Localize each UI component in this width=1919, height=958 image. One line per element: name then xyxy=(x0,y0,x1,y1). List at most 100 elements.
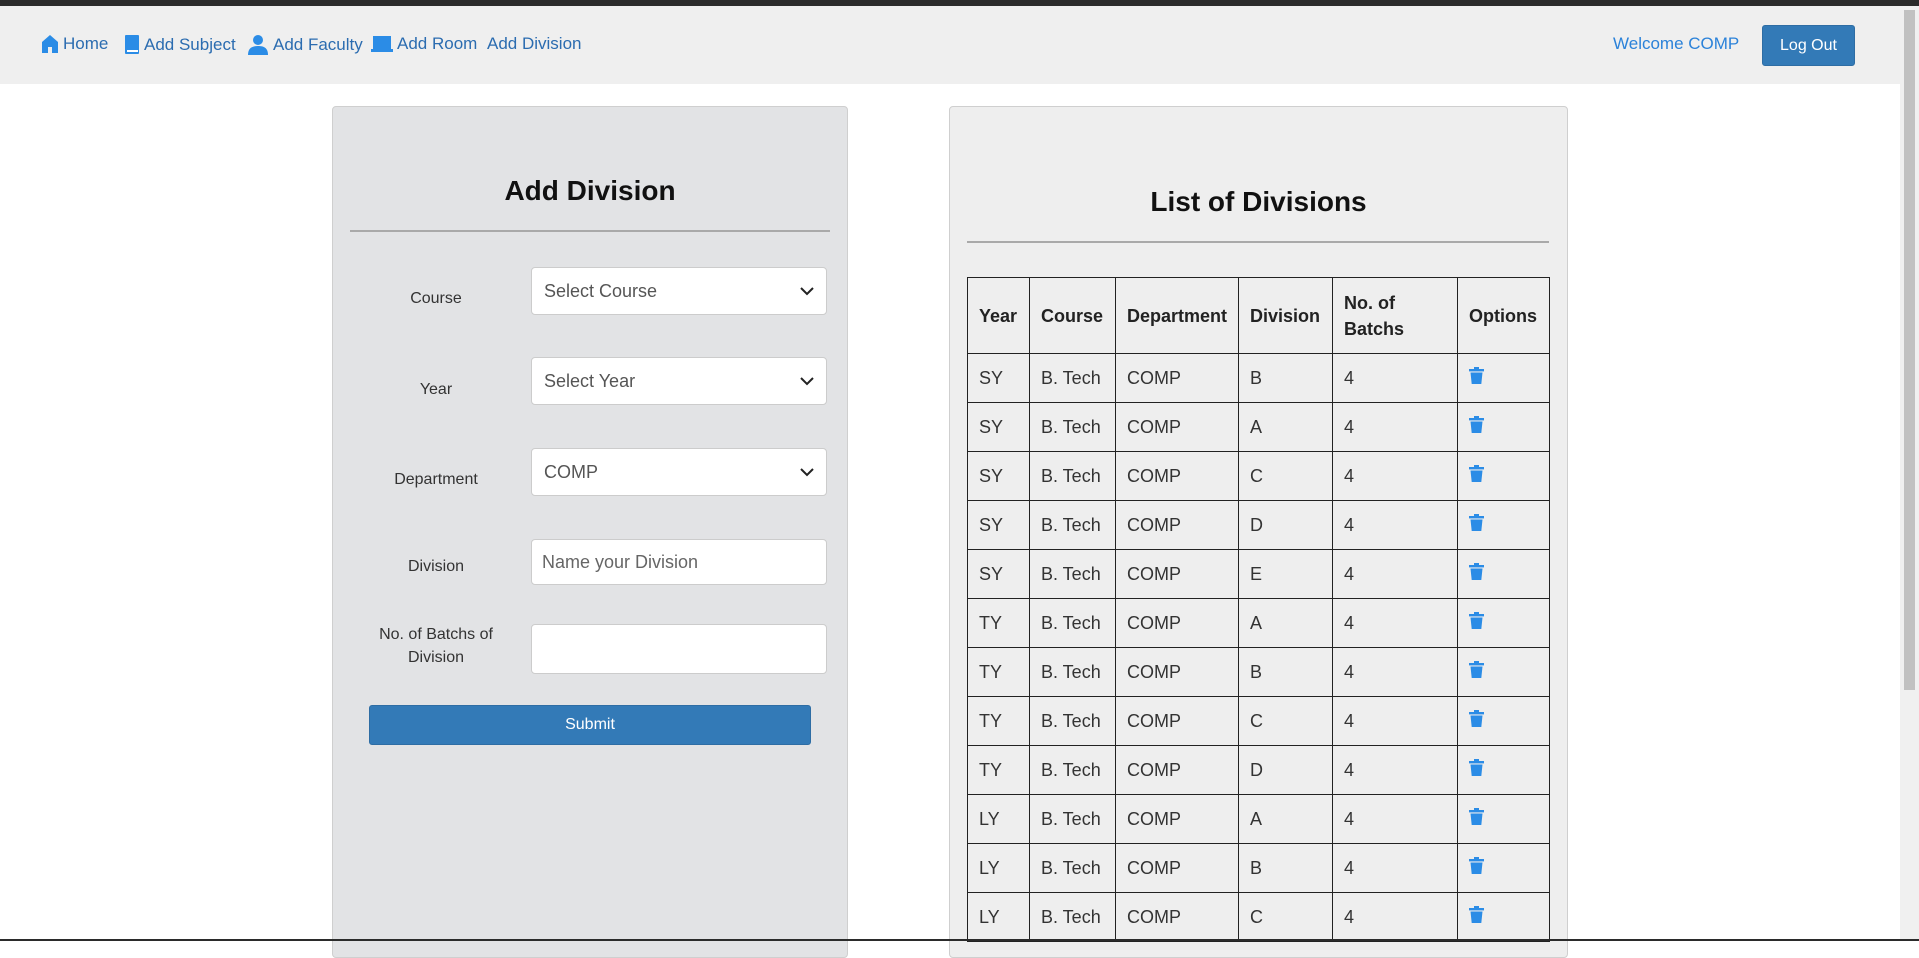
nav-home-label: Home xyxy=(63,34,109,53)
cell-department: COMP xyxy=(1114,598,1240,648)
trash-icon[interactable] xyxy=(1469,759,1485,776)
header-year: Year xyxy=(967,277,1030,354)
cell-options xyxy=(1457,794,1551,844)
scrollbar-thumb[interactable] xyxy=(1904,10,1915,690)
trash-icon[interactable] xyxy=(1469,563,1485,580)
cell-course: B. Tech xyxy=(1029,549,1116,599)
user-icon xyxy=(248,35,268,55)
cell-batches: 4 xyxy=(1332,892,1459,942)
nav-add-room-link[interactable]: Add Room xyxy=(371,34,477,54)
cell-year: LY xyxy=(967,843,1030,893)
division-label: Division xyxy=(407,558,464,575)
cell-department: COMP xyxy=(1114,402,1240,452)
table-row: TY B. Tech COMP B 4 xyxy=(967,647,1551,697)
chevron-down-icon xyxy=(800,467,814,476)
cell-course: B. Tech xyxy=(1029,402,1116,452)
book-icon xyxy=(125,35,139,54)
add-division-card: Add Division Course Select Course Year S… xyxy=(332,106,848,958)
table-row: SY B. Tech COMP E 4 xyxy=(967,549,1551,599)
year-select[interactable]: Select Year xyxy=(531,357,827,405)
cell-year: LY xyxy=(967,794,1030,844)
trash-icon[interactable] xyxy=(1469,661,1485,678)
logout-button[interactable]: Log Out xyxy=(1762,25,1855,66)
cell-department: COMP xyxy=(1114,353,1240,403)
cell-division: C xyxy=(1238,696,1334,746)
cell-course: B. Tech xyxy=(1029,451,1116,501)
table-header-row: Year Course Department Division No. of B… xyxy=(967,277,1551,354)
trash-icon[interactable] xyxy=(1469,857,1485,874)
cell-options xyxy=(1457,696,1551,746)
cell-division: E xyxy=(1238,549,1334,599)
cell-department: COMP xyxy=(1114,549,1240,599)
table-row: TY B. Tech COMP A 4 xyxy=(967,598,1551,648)
nav-add-room-label: Add Room xyxy=(397,34,478,53)
header-department: Department xyxy=(1114,277,1240,354)
cell-department: COMP xyxy=(1114,696,1240,746)
cell-department: COMP xyxy=(1114,892,1240,942)
cell-division: B xyxy=(1238,353,1334,403)
cell-batches: 4 xyxy=(1332,402,1459,452)
cell-options xyxy=(1457,843,1551,893)
trash-icon[interactable] xyxy=(1469,906,1485,923)
cell-options xyxy=(1457,892,1551,942)
department-select-value: COMP xyxy=(544,461,598,482)
batches-label: No. of Batchs of Division xyxy=(351,623,521,669)
cell-division: C xyxy=(1238,892,1334,942)
division-input[interactable] xyxy=(531,539,827,585)
cell-department: COMP xyxy=(1114,451,1240,501)
cell-options xyxy=(1457,500,1551,550)
trash-icon[interactable] xyxy=(1469,612,1485,629)
cell-course: B. Tech xyxy=(1029,843,1116,893)
division-list-card: List of Divisions Year Course Department… xyxy=(949,106,1568,958)
table-row: SY B. Tech COMP D 4 xyxy=(967,500,1551,550)
trash-icon[interactable] xyxy=(1469,465,1485,482)
header-options: Options xyxy=(1457,277,1551,354)
cell-batches: 4 xyxy=(1332,549,1459,599)
nav-add-subject-link[interactable]: Add Subject xyxy=(124,34,236,55)
cell-year: SY xyxy=(967,451,1030,501)
batches-input[interactable] xyxy=(531,624,827,674)
submit-button[interactable]: Submit xyxy=(369,705,811,745)
cell-division: C xyxy=(1238,451,1334,501)
cell-year: LY xyxy=(967,892,1030,942)
cell-division: B xyxy=(1238,647,1334,697)
laptop-icon xyxy=(371,36,393,52)
cell-year: SY xyxy=(967,549,1030,599)
cell-division: A xyxy=(1238,598,1334,648)
trash-icon[interactable] xyxy=(1469,808,1485,825)
nav-add-faculty-link[interactable]: Add Faculty xyxy=(247,34,363,55)
cell-batches: 4 xyxy=(1332,451,1459,501)
year-label: Year xyxy=(419,381,453,398)
cell-department: COMP xyxy=(1114,843,1240,893)
nav-home-link[interactable]: Home xyxy=(41,34,108,54)
department-label: Department xyxy=(394,471,478,488)
cell-course: B. Tech xyxy=(1029,500,1116,550)
year-select-value: Select Year xyxy=(544,370,636,391)
cell-batches: 4 xyxy=(1332,843,1459,893)
header-batches: No. of Batchs xyxy=(1332,277,1459,354)
cell-year: TY xyxy=(967,598,1030,648)
divisions-table: Year Course Department Division No. of B… xyxy=(967,277,1551,942)
cell-batches: 4 xyxy=(1332,794,1459,844)
trash-icon[interactable] xyxy=(1469,367,1485,384)
course-select-value: Select Course xyxy=(544,280,658,301)
cell-year: SY xyxy=(967,500,1030,550)
cell-options xyxy=(1457,353,1551,403)
department-select[interactable]: COMP xyxy=(531,448,827,496)
nav-add-division-link[interactable]: Add Division xyxy=(487,34,582,54)
cell-division: A xyxy=(1238,794,1334,844)
trash-icon[interactable] xyxy=(1469,416,1485,433)
cell-course: B. Tech xyxy=(1029,892,1116,942)
table-row: SY B. Tech COMP C 4 xyxy=(967,451,1551,501)
cell-course: B. Tech xyxy=(1029,647,1116,697)
batches-label-line2: Division xyxy=(407,649,464,666)
cell-batches: 4 xyxy=(1332,696,1459,746)
cell-year: TY xyxy=(967,745,1030,795)
cell-year: SY xyxy=(967,353,1030,403)
trash-icon[interactable] xyxy=(1469,514,1485,531)
cell-division: B xyxy=(1238,843,1334,893)
trash-icon[interactable] xyxy=(1469,710,1485,727)
cell-options xyxy=(1457,549,1551,599)
course-select[interactable]: Select Course xyxy=(531,267,827,315)
nav-add-division-label: Add Division xyxy=(487,34,582,53)
